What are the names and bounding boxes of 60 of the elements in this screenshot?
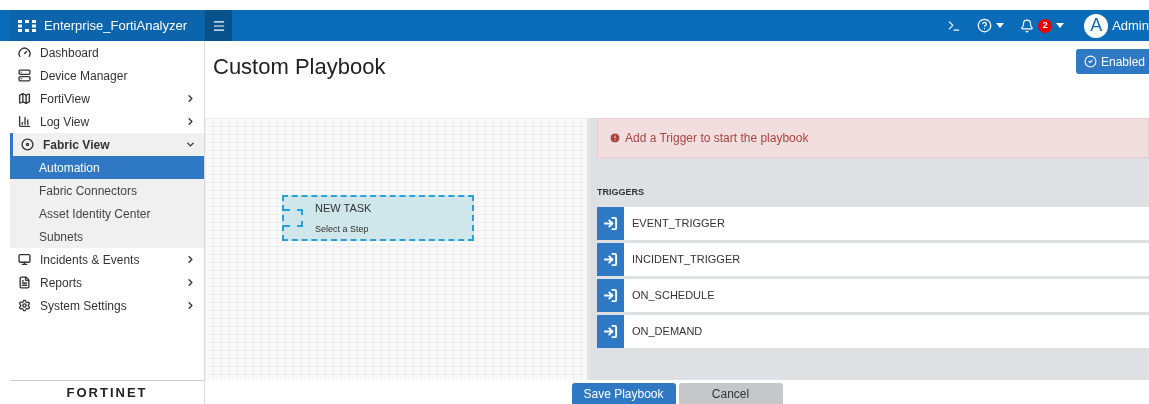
page-title: Custom Playbook <box>213 53 386 81</box>
sidebar-subitem[interactable]: Automation <box>10 156 204 179</box>
login-icon <box>603 215 618 231</box>
sidebar-item[interactable]: Reports <box>10 271 204 294</box>
chevron-right-icon <box>185 254 196 265</box>
sidebar-item[interactable]: System Settings <box>10 294 204 317</box>
check-circle-icon <box>1083 55 1097 68</box>
avatar: A <box>1084 13 1109 38</box>
sidebar-subitem[interactable]: Fabric Connectors <box>10 179 204 202</box>
sidebar-item[interactable]: Log View <box>10 110 204 133</box>
task-title: NEW TASK <box>315 201 372 216</box>
bar-chart-icon <box>18 115 31 128</box>
chevron-right-icon <box>185 93 196 104</box>
app-name: Enterprise_FortiAnalyzer <box>44 16 188 35</box>
chevron-right-icon <box>185 116 196 127</box>
task-subtitle: Select a Step <box>315 222 370 236</box>
bell-icon <box>1020 18 1035 33</box>
settings-icon <box>18 299 31 312</box>
sidebar-item[interactable]: Incidents & Events <box>10 248 204 271</box>
sidebar-item[interactable]: Fabric View <box>10 133 204 156</box>
alert-icon <box>609 132 621 144</box>
trigger-item[interactable]: ON_SCHEDULE <box>597 278 1149 312</box>
login-icon <box>603 323 618 339</box>
sidebar-subitem[interactable]: Asset Identity Center <box>10 202 204 225</box>
save-button[interactable]: Save Playbook <box>571 383 676 404</box>
menu-icon <box>211 18 226 33</box>
chevron-right-icon <box>185 277 196 288</box>
disc-icon <box>21 138 34 151</box>
document-icon <box>18 276 31 289</box>
trigger-item[interactable]: EVENT_TRIGGER <box>597 206 1149 240</box>
help-icon <box>977 18 993 33</box>
task-node[interactable]: NEW TASK Select a Step <box>282 195 474 241</box>
grid-logo-icon <box>18 19 36 32</box>
section-title: TRIGGERS <box>597 186 645 199</box>
sidebar-subitem[interactable]: Subnets <box>10 225 204 248</box>
chevron-down-icon <box>185 139 196 150</box>
cancel-button[interactable]: Cancel <box>678 383 783 404</box>
alert-banner: Add a Trigger to start the playbook <box>597 118 1149 158</box>
trigger-item[interactable]: ON_DEMAND <box>597 314 1149 348</box>
chevron-right-icon <box>185 300 196 311</box>
port-icon <box>284 209 303 227</box>
monitor-icon <box>18 253 31 266</box>
enabled-button[interactable]: Enabled <box>1075 49 1149 74</box>
server-icon <box>18 69 31 82</box>
trigger-item[interactable]: INCIDENT_TRIGGER <box>597 242 1149 276</box>
user-menu[interactable]: A Admin <box>1072 10 1149 41</box>
menu-button[interactable] <box>205 10 232 41</box>
login-icon <box>603 251 618 267</box>
fortinet-logo: FORTINET <box>66 383 148 402</box>
sidebar-item[interactable]: Dashboard <box>10 41 204 64</box>
sidebar-item[interactable]: FortiView <box>10 87 204 110</box>
login-icon <box>603 287 618 303</box>
sidebar-item[interactable]: Device Manager <box>10 64 204 87</box>
map-icon <box>18 92 31 105</box>
notifications-button[interactable]: 2 <box>1012 10 1073 41</box>
gauge-icon <box>18 46 31 59</box>
caret-down-icon <box>996 23 1005 28</box>
notification-badge: 2 <box>1038 18 1053 33</box>
terminal-icon <box>947 18 962 33</box>
caret-down-icon <box>1056 23 1065 28</box>
